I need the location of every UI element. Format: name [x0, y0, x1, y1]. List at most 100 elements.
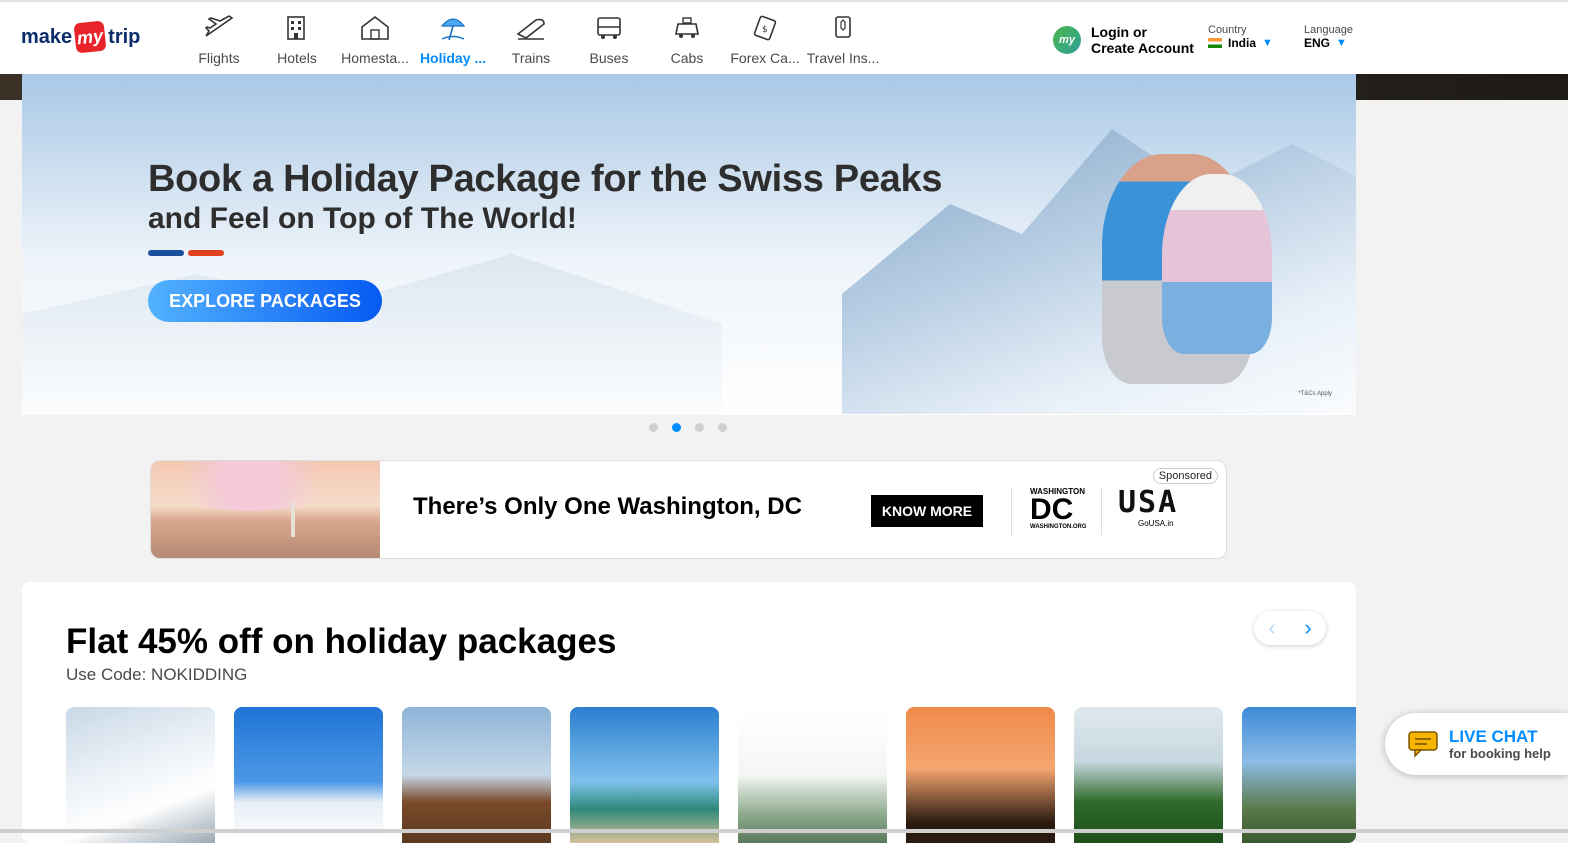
nav-label: Travel Ins...	[806, 50, 880, 66]
thumb-mountain-valley[interactable]	[1242, 707, 1356, 843]
washington-dc-logo: WASHINGTON DC WASHINGTON.ORG	[1011, 487, 1087, 535]
sponsored-ad[interactable]: There’s Only One Washington, DC KNOW MOR…	[150, 460, 1227, 559]
chevron-down-icon: ▼	[1262, 37, 1273, 49]
accent-bar-orange	[188, 250, 224, 256]
usa-logo-bottom: GoUSA.in	[1138, 519, 1174, 528]
dc-logo-bottom: WASHINGTON.ORG	[1030, 524, 1087, 530]
logo-my: my	[73, 20, 107, 54]
login-button[interactable]: my Login or Create Account	[1053, 24, 1194, 56]
train-icon	[516, 18, 545, 40]
nav-item-buses[interactable]: Buses	[570, 8, 648, 68]
carousel-dot-3[interactable]	[695, 423, 704, 432]
flight-icon	[204, 15, 234, 37]
ad-image	[151, 461, 380, 558]
ad-title: There’s Only One Washington, DC	[413, 493, 802, 520]
nav-label: Homesta...	[341, 50, 409, 66]
nav-item-cabs[interactable]: Cabs	[648, 8, 726, 68]
cab-icon	[675, 17, 699, 38]
package-thumbnails	[66, 707, 1356, 843]
bus-icon	[597, 17, 621, 39]
language-selector[interactable]: Language ENG ▼	[1304, 24, 1353, 50]
cherry-blossom	[161, 461, 341, 511]
chevron-down-icon: ▼	[1336, 37, 1347, 49]
hero-banner[interactable]: Book a Holiday Package for the Swiss Pea…	[22, 74, 1356, 415]
chat-bubble-icon	[1408, 731, 1438, 758]
language-caption: Language	[1304, 24, 1353, 36]
makemytrip-logo[interactable]: make my trip	[21, 20, 141, 54]
nav-label: Hotels	[277, 50, 317, 66]
nav-item-homestays[interactable]: Homesta...	[336, 8, 414, 68]
nav-label: Flights	[198, 50, 240, 66]
homestay-icon	[361, 15, 389, 40]
washington-monument	[291, 501, 295, 537]
hotel-icon	[287, 16, 305, 40]
explore-packages-button[interactable]: EXPLORE PACKAGES	[148, 280, 382, 322]
travel-insurance-icon	[835, 16, 851, 38]
avatar: my	[1053, 26, 1081, 54]
hero-snow-slope	[22, 254, 722, 415]
live-chat-text: LIVE CHAT for booking help	[1449, 726, 1551, 761]
holiday-icon	[440, 18, 466, 41]
nav-label: Forex Ca...	[730, 50, 800, 66]
nav-item-hotels[interactable]: Hotels	[258, 8, 336, 68]
hero-subtitle: and Feel on Top of The World!	[148, 202, 577, 235]
usa-logo-main: USA	[1118, 485, 1179, 520]
logo-make: make	[21, 25, 73, 48]
login-text: Login or Create Account	[1091, 24, 1194, 56]
carousel-dot-2[interactable]	[672, 423, 681, 432]
thumb-hill-resort[interactable]	[738, 707, 887, 843]
top-header: make my trip Flights Hotels Homesta... H…	[0, 0, 1568, 74]
create-account-line: Create Account	[1091, 40, 1194, 56]
promo-code: Use Code: NOKIDDING	[66, 665, 248, 684]
language-name: ENG	[1304, 36, 1331, 50]
india-flag-icon	[1208, 38, 1222, 48]
gousa-logo: USA GoUSA.in	[1101, 487, 1201, 535]
country-selector[interactable]: Country India ▼	[1208, 24, 1273, 50]
live-chat-subtitle: for booking help	[1449, 745, 1551, 761]
country-caption: Country	[1208, 24, 1247, 36]
thumb-memorial-temple[interactable]	[402, 707, 551, 843]
nav-label: Buses	[589, 50, 629, 66]
nav-label: Trains	[511, 50, 551, 66]
know-more-button[interactable]: KNOW MORE	[871, 495, 983, 527]
terms-note: *T&Cs Apply	[1298, 391, 1332, 397]
nav-item-flights[interactable]: Flights	[180, 8, 258, 68]
country-value: India ▼	[1208, 36, 1273, 50]
carousel-dot-1[interactable]	[649, 423, 658, 432]
main-nav: Flights Hotels Homesta... Holiday ... Tr…	[180, 8, 882, 68]
carousel-arrows: ‹ ›	[1254, 611, 1326, 645]
thumb-sunset-palms[interactable]	[906, 707, 1055, 843]
offers-card: Flat 45% off on holiday packages Use Cod…	[22, 582, 1356, 843]
forex-card-icon: $	[753, 15, 777, 41]
nav-item-holiday-packages[interactable]: Holiday ...	[414, 8, 492, 68]
offers-title: Flat 45% off on holiday packages	[66, 622, 617, 661]
hero-title: Book a Holiday Package for the Swiss Pea…	[148, 158, 943, 200]
accent-bar-blue	[148, 250, 184, 256]
nav-item-forex-card[interactable]: $ Forex Ca...	[726, 8, 804, 68]
sponsored-badge: Sponsored	[1152, 468, 1218, 484]
bottom-divider	[0, 829, 1568, 833]
country-name: India	[1228, 36, 1257, 50]
logo-trip: trip	[108, 25, 141, 48]
carousel-dots	[649, 423, 727, 432]
nav-item-trains[interactable]: Trains	[492, 8, 570, 68]
login-line: Login or	[1091, 24, 1147, 40]
thumb-green-hills[interactable]	[1074, 707, 1223, 843]
language-value: ENG ▼	[1304, 36, 1353, 50]
hero-accent-bars	[148, 250, 224, 256]
nav-label: Holiday ...	[419, 50, 487, 66]
thumb-snow-peak-tree[interactable]	[234, 707, 383, 843]
carousel-dot-4[interactable]	[718, 423, 727, 432]
hero-person-child	[1162, 174, 1272, 354]
svg-text:$: $	[762, 25, 768, 35]
live-chat-title: LIVE CHAT	[1449, 726, 1538, 746]
chevron-left-icon[interactable]: ‹	[1268, 617, 1275, 639]
thumb-snow-mountain[interactable]	[66, 707, 215, 843]
thumb-beach-palm[interactable]	[570, 707, 719, 843]
nav-label: Cabs	[670, 50, 704, 66]
live-chat-button[interactable]: LIVE CHAT for booking help	[1385, 713, 1568, 775]
dc-logo-main: DC	[1030, 493, 1074, 526]
page-right-edge	[1568, 0, 1587, 843]
nav-item-travel-insurance[interactable]: Travel Ins...	[804, 8, 882, 68]
chevron-right-icon[interactable]: ›	[1304, 617, 1311, 639]
